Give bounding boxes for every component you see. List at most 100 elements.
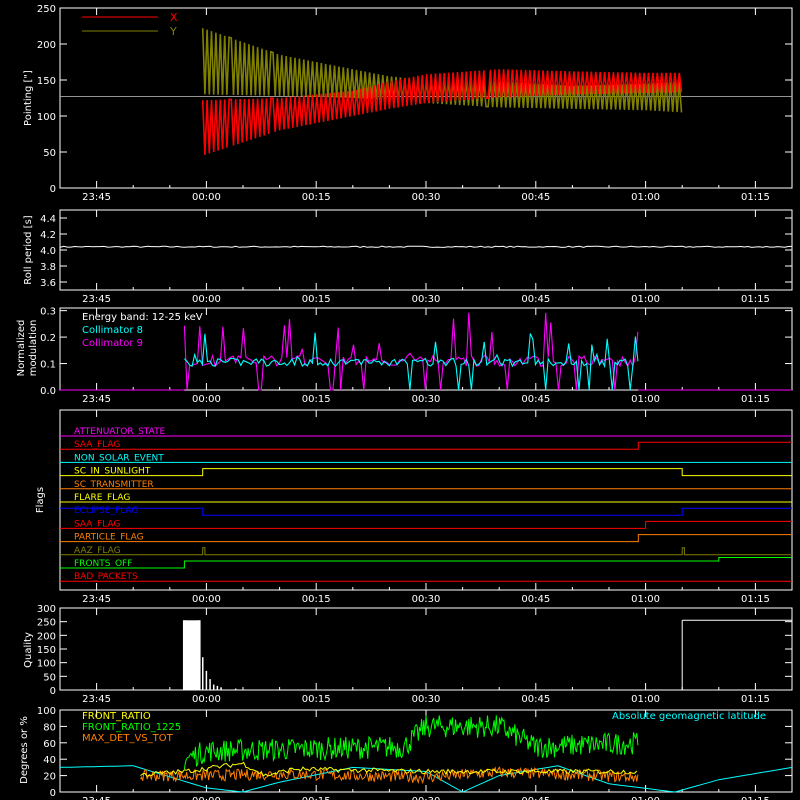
y-tick-label: 4.2 — [40, 230, 56, 241]
flag-label: AAZ_FLAG — [74, 546, 121, 556]
y-tick-label: 100 — [37, 706, 56, 717]
x-tick-label: 01:00 — [631, 594, 660, 605]
y-tick-label: 0 — [50, 184, 56, 195]
y-tick-label: 100 — [37, 112, 56, 123]
modulation-legend-c8: Collimator 8 — [82, 325, 143, 336]
x-tick-label: 00:30 — [412, 796, 441, 800]
pointing-legend-y-label: Y — [169, 25, 177, 38]
y-tick-label: 0 — [50, 788, 56, 799]
flag-label: FRONTS_OFF — [74, 559, 132, 569]
x-tick-label: 01:15 — [741, 294, 770, 305]
x-tick-label: 01:15 — [741, 394, 770, 405]
y-tick-label: 4.4 — [40, 214, 56, 225]
modulation-y-axis-label-1: Normalized — [16, 320, 27, 377]
quality-block-start — [184, 620, 200, 690]
x-tick-label: 00:45 — [521, 294, 550, 305]
x-tick-label: 00:00 — [192, 594, 221, 605]
y-tick-label: 50 — [43, 148, 56, 159]
flag-label: SAA_FLAG — [74, 440, 120, 450]
x-tick-label: 00:45 — [521, 694, 550, 705]
flag-label: FLARE_FLAG — [74, 493, 130, 503]
flag-label: BAD_PACKETS — [74, 572, 138, 582]
x-tick-label: 00:30 — [412, 594, 441, 605]
modulation-energy-band: Energy band: 12-25 keV — [82, 312, 203, 323]
x-tick-label: 00:45 — [521, 796, 550, 800]
y-tick-label: 3.8 — [40, 262, 56, 273]
x-tick-label: 00:15 — [302, 694, 331, 705]
x-tick-label: 01:00 — [631, 394, 660, 405]
x-tick-label: 01:15 — [741, 694, 770, 705]
y-tick-label: 300 — [37, 604, 56, 615]
x-tick-label: 00:45 — [521, 192, 550, 203]
flag-label: SAA_FLAG — [74, 519, 120, 529]
x-tick-label: 00:15 — [302, 294, 331, 305]
x-tick-label: 01:15 — [741, 796, 770, 800]
ratios-legend-front-ratio-1225: FRONT_RATIO_1225 — [82, 722, 181, 733]
flags-y-axis-label: Flags — [35, 487, 46, 513]
x-tick-label: 00:15 — [302, 796, 331, 800]
pointing-y-axis-label: Pointing ["] — [23, 70, 34, 126]
x-tick-label: 01:00 — [631, 192, 660, 203]
x-tick-label: 01:15 — [741, 594, 770, 605]
flag-label: ATTENUATOR_STATE — [74, 427, 166, 437]
y-tick-label: 250 — [37, 618, 56, 629]
y-tick-label: 200 — [37, 40, 56, 51]
x-tick-label: 00:45 — [521, 594, 550, 605]
x-tick-label: 01:00 — [631, 796, 660, 800]
x-tick-label: 00:00 — [192, 192, 221, 203]
x-tick-label: 23:45 — [82, 394, 111, 405]
x-tick-label: 23:45 — [82, 192, 111, 203]
x-tick-label: 00:30 — [412, 394, 441, 405]
y-tick-label: 0.0 — [40, 386, 56, 397]
ratios-legend-max-det: MAX_DET_VS_TOT — [82, 733, 174, 744]
y-tick-label: 40 — [43, 755, 56, 766]
x-tick-label: 00:00 — [192, 394, 221, 405]
flag-label: SC_TRANSMITTER — [74, 480, 154, 490]
y-tick-label: 50 — [43, 672, 56, 683]
x-tick-label: 23:45 — [82, 796, 111, 800]
roll-y-axis-label: Roll period [s] — [23, 215, 34, 284]
ratios-legend-front-ratio: FRONT_RATIO — [82, 711, 151, 722]
y-tick-label: 100 — [37, 659, 56, 670]
y-tick-label: 20 — [43, 772, 56, 783]
y-tick-label: 3.6 — [40, 278, 56, 289]
y-tick-label: 80 — [43, 722, 56, 733]
x-tick-label: 01:00 — [631, 694, 660, 705]
x-tick-label: 00:15 — [302, 594, 331, 605]
quality-y-axis-label: Quality — [23, 632, 34, 668]
y-tick-label: 60 — [43, 739, 56, 750]
x-tick-label: 23:45 — [82, 294, 111, 305]
y-tick-label: 0.2 — [40, 333, 56, 344]
flag-label: PARTICLE_FLAG — [74, 533, 144, 543]
flag-label: SC_IN_SUNLIGHT — [74, 467, 151, 477]
y-tick-label: 0.3 — [40, 307, 56, 318]
flag-label: NON_SOLAR_EVENT — [74, 453, 164, 463]
x-tick-label: 00:00 — [192, 796, 221, 800]
y-tick-label: 4.0 — [40, 246, 56, 257]
x-tick-label: 01:00 — [631, 294, 660, 305]
pointing-legend-x-label: X — [170, 11, 178, 24]
x-tick-label: 00:45 — [521, 394, 550, 405]
y-tick-label: 0.1 — [40, 360, 56, 371]
y-tick-label: 250 — [37, 4, 56, 15]
rhessi-summary-figure: 050100150200250 23:45 00:00 00:15 00:30 00:4… — [0, 0, 800, 800]
ratios-y-axis-label: Degrees or % — [19, 716, 30, 784]
x-tick-label: 00:30 — [412, 294, 441, 305]
y-tick-label: 150 — [37, 76, 56, 87]
modulation-y-axis-label-2: modulation — [28, 320, 39, 377]
x-tick-label: 00:15 — [302, 394, 331, 405]
modulation-legend-c9: Collimator 9 — [82, 338, 143, 349]
x-tick-label: 23:45 — [82, 594, 111, 605]
ratios-geo-label: Absolute geomagnetic latitude — [612, 711, 766, 722]
y-tick-label: 0 — [50, 686, 56, 697]
y-tick-label: 200 — [37, 631, 56, 642]
flag-label: ECLIPSE_FLAG — [74, 506, 138, 516]
x-tick-label: 00:15 — [302, 192, 331, 203]
x-tick-label: 01:15 — [741, 192, 770, 203]
x-tick-label: 23:45 — [82, 694, 111, 705]
x-tick-label: 00:30 — [412, 192, 441, 203]
y-tick-label: 150 — [37, 645, 56, 656]
x-tick-label: 00:00 — [192, 694, 221, 705]
x-tick-label: 00:30 — [412, 694, 441, 705]
x-tick-label: 00:00 — [192, 294, 221, 305]
